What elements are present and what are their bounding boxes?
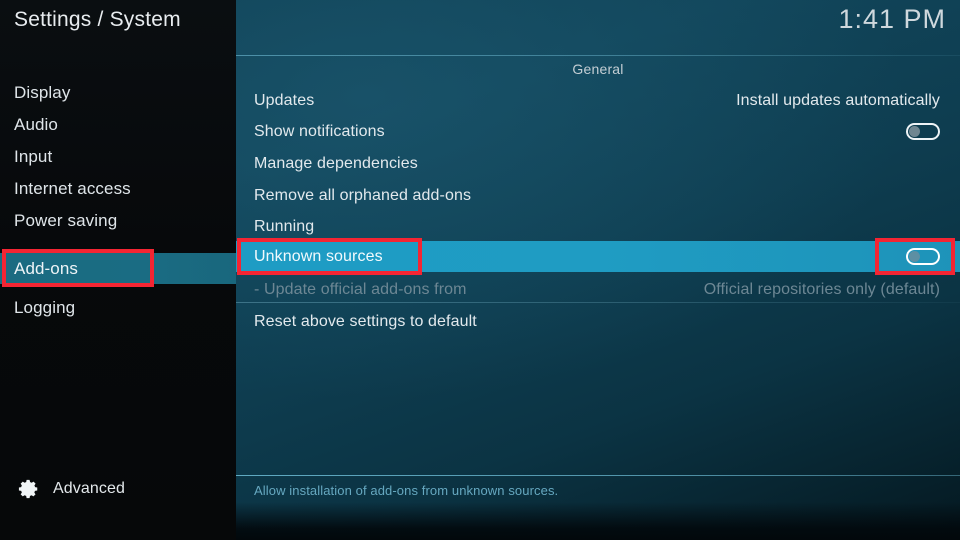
settings-group-title: General: [572, 61, 624, 77]
setting-label: Unknown sources: [254, 247, 383, 265]
kodi-settings-screen: Settings / System Display Audio Input In…: [0, 0, 960, 540]
toggle-track: [906, 123, 940, 140]
settings-divider: [236, 302, 960, 303]
sidebar-item-display[interactable]: Display: [0, 77, 236, 108]
sidebar-item-label: Add-ons: [14, 258, 79, 278]
setting-label: Updates: [254, 91, 315, 109]
setting-label: - Update official add-ons from: [254, 280, 467, 298]
sidebar-item-label: Audio: [14, 114, 58, 134]
toggle-switch-show-notifications[interactable]: [906, 123, 960, 140]
footer-divider: [236, 475, 960, 476]
sidebar-item-add-ons[interactable]: Add-ons: [0, 253, 236, 284]
toggle-knob: [909, 251, 920, 262]
setting-label: Manage dependencies: [254, 154, 418, 172]
sidebar-item-label: Logging: [14, 297, 76, 317]
sidebar: Settings / System Display Audio Input In…: [0, 0, 236, 540]
setting-help-text: Allow installation of add-ons from unkno…: [254, 483, 559, 498]
toggle-switch-unknown-sources[interactable]: [906, 248, 960, 265]
sidebar-item-internet-access[interactable]: Internet access: [0, 173, 236, 204]
sidebar-item-audio[interactable]: Audio: [0, 109, 236, 140]
page-title: Settings / System: [14, 8, 181, 31]
setting-row-unknown-sources[interactable]: Unknown sources: [236, 241, 960, 272]
setting-row-remove-orphaned-addons[interactable]: Remove all orphaned add-ons: [236, 180, 960, 211]
advanced-label: Advanced: [53, 480, 125, 497]
sidebar-item-label: Internet access: [14, 178, 131, 198]
setting-row-reset-to-default[interactable]: Reset above settings to default: [236, 306, 960, 337]
main-panel: 1:41 PM General Updates Install updates …: [236, 0, 960, 540]
toggle-knob: [909, 126, 920, 137]
sidebar-item-power-saving[interactable]: Power saving: [0, 205, 236, 236]
setting-row-update-official-addons-from: - Update official add-ons from Official …: [236, 274, 960, 305]
setting-row-show-notifications[interactable]: Show notifications: [236, 116, 960, 147]
clock: 1:41 PM: [838, 4, 946, 34]
sidebar-item-label: Display: [14, 82, 71, 102]
setting-row-manage-dependencies[interactable]: Manage dependencies: [236, 148, 960, 179]
setting-row-running[interactable]: Running: [236, 211, 960, 242]
setting-value: Install updates automatically: [736, 91, 940, 109]
toggle-track: [906, 248, 940, 265]
sidebar-item-logging[interactable]: Logging: [0, 292, 236, 323]
footer-gradient: [236, 502, 960, 540]
setting-label: Reset above settings to default: [254, 312, 477, 330]
gear-icon: [18, 478, 40, 500]
sidebar-item-input[interactable]: Input: [0, 141, 236, 172]
sidebar-item-label: Power saving: [14, 210, 118, 230]
header-divider: [236, 55, 960, 56]
setting-label: Running: [254, 217, 315, 235]
setting-value: Official repositories only (default): [703, 280, 940, 298]
sidebar-item-label: Input: [14, 146, 53, 166]
setting-label: Remove all orphaned add-ons: [254, 186, 472, 204]
advanced-settings-button[interactable]: Advanced: [0, 474, 236, 504]
setting-row-updates[interactable]: Updates Install updates automatically: [236, 85, 960, 116]
setting-label: Show notifications: [254, 122, 385, 140]
